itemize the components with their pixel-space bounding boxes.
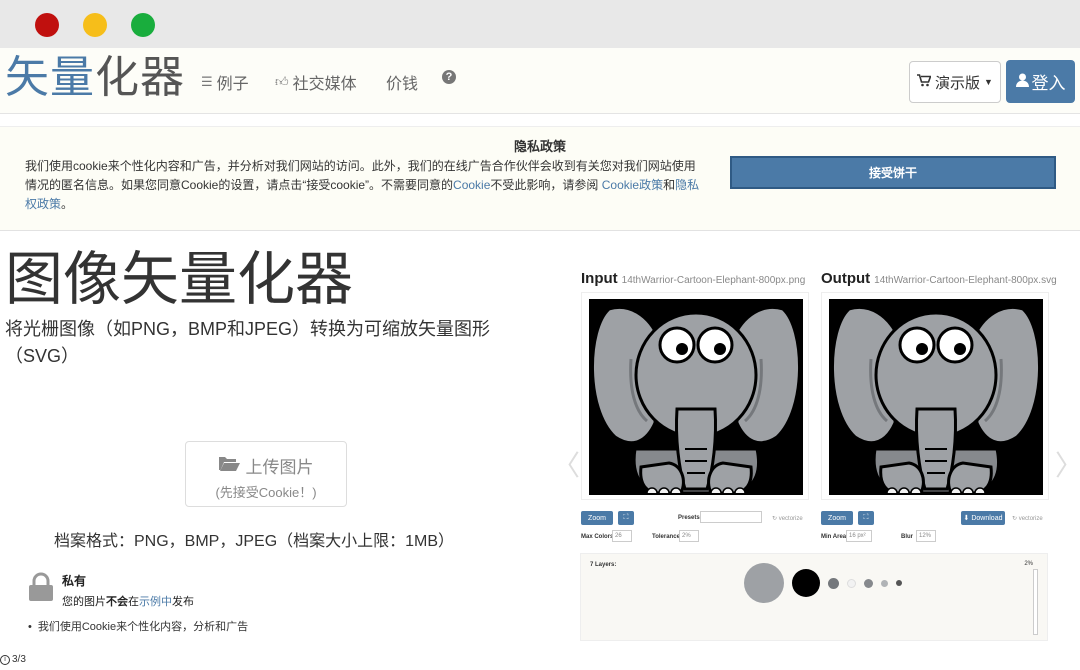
presets-select[interactable] xyxy=(700,511,762,523)
tolerance-label: Tolerance xyxy=(652,534,680,540)
examples-link[interactable]: 示例中 xyxy=(139,596,172,608)
maximize-window-icon[interactable] xyxy=(131,13,155,37)
nav-help[interactable]: ? xyxy=(442,70,456,84)
help-icon: ? xyxy=(442,70,456,84)
cart-icon xyxy=(917,73,932,91)
layer-swatch[interactable] xyxy=(864,578,873,588)
folder-open-icon xyxy=(218,455,240,476)
info-icon: i xyxy=(0,654,10,665)
file-formats: 档案格式：PNG，BMP，JPEG（档案大小上限：1MB） xyxy=(54,533,455,550)
presets-label: Presets xyxy=(678,515,700,521)
list-icon: ☰ xyxy=(201,74,213,89)
window-chrome xyxy=(0,0,1080,48)
output-panel-label: Output 14thWarrior-Cartoon-Elephant-800px… xyxy=(821,270,1057,287)
layer-swatch[interactable] xyxy=(828,577,839,589)
private-desc: 您的图片不会在示例中发布 xyxy=(62,596,194,608)
layer-swatch[interactable] xyxy=(881,579,888,587)
layers-panel: 7 Layers: 2% xyxy=(580,553,1048,641)
thumbs-up-icon: 👍︎ xyxy=(275,74,289,89)
brand-logo[interactable]: 矢量化器 xyxy=(5,50,185,106)
elephant-input-image xyxy=(589,299,803,495)
tolerance-input[interactable]: 2% xyxy=(679,530,699,542)
layer-swatch[interactable] xyxy=(792,569,820,597)
nav-pricing-label: 价钱 xyxy=(386,76,419,93)
layer-swatch[interactable] xyxy=(847,578,856,588)
accept-cookies-button[interactable]: 接受饼干 xyxy=(730,156,1056,189)
download-icon: ⬇ xyxy=(963,515,970,522)
output-vectorize-button[interactable]: ↻ vectorize xyxy=(1012,515,1043,522)
privacy-title: 隐私政策 xyxy=(513,139,566,154)
output-filename: 14thWarrior-Cartoon-Elephant-800px.svg xyxy=(874,275,1057,286)
min-area-input[interactable]: 16 px² xyxy=(846,530,872,542)
expand-icon: ⛶ xyxy=(863,514,869,521)
private-title: 私有 xyxy=(62,574,87,588)
upload-image-button[interactable]: 上传图片 (先接受Cookie！) xyxy=(185,441,347,507)
max-colors-label: Max Colors xyxy=(581,534,614,540)
close-window-icon[interactable] xyxy=(35,13,59,37)
privacy-banner: 隐私政策 我们使用cookie来个性化内容和广告，并分析对我们网站的访问。此外，… xyxy=(0,126,1080,231)
privacy-text: 我们使用cookie来个性化内容和广告，并分析对我们网站的访问。此外，我们的在线… xyxy=(25,159,700,211)
demo-label: 演示版 xyxy=(935,74,981,92)
output-fullscreen-button[interactable]: ⛶ xyxy=(858,511,874,525)
blur-input[interactable]: 12% xyxy=(916,530,936,542)
input-fullscreen-button[interactable]: ⛶ xyxy=(618,511,634,525)
layers-scrollbar[interactable] xyxy=(1033,569,1038,635)
user-icon xyxy=(1015,72,1029,92)
page-title: 图像矢量化器 xyxy=(5,245,354,313)
navbar: 矢量化器 ☰ 例子 👍︎ 社交媒体 价钱 ? 演示版 ▼ 登入 xyxy=(0,48,1080,114)
pager-text: 3/3 xyxy=(12,654,26,665)
upload-note: (先接受Cookie！) xyxy=(215,485,317,500)
carousel-next-arrow[interactable]: 〉 xyxy=(1055,444,1080,484)
nav-examples-label: 例子 xyxy=(216,76,249,93)
login-button[interactable]: 登入 xyxy=(1006,60,1075,103)
demo-dropdown-button[interactable]: 演示版 ▼ xyxy=(909,61,1001,103)
carousel-prev-arrow[interactable]: 〈 xyxy=(552,444,580,484)
expand-icon: ⛶ xyxy=(623,514,629,521)
blur-label: Blur xyxy=(901,534,913,540)
output-zoom-button[interactable]: Zoom xyxy=(821,511,853,525)
download-button[interactable]: ⬇ Download xyxy=(961,511,1005,525)
layer-swatch[interactable] xyxy=(744,563,784,603)
min-area-label: Min Area xyxy=(821,534,847,540)
nav-pricing[interactable]: 价钱 xyxy=(386,70,418,94)
page-subtitle: 将光栅图像（如PNG，BMP和JPEG）转换为可缩放矢量图形（SVG） xyxy=(5,319,491,366)
layer-swatch[interactable] xyxy=(896,580,902,586)
minimize-window-icon[interactable] xyxy=(83,13,107,37)
caret-down-icon: ▼ xyxy=(984,77,993,87)
upload-label: 上传图片 xyxy=(245,458,314,477)
lock-icon xyxy=(28,572,54,602)
nav-social-label: 社交媒体 xyxy=(292,76,357,93)
max-colors-input[interactable]: 26 xyxy=(612,530,632,542)
cookie-bullet: 我们使用Cookie来个性化内容，分析和广告 xyxy=(28,618,248,634)
nav-examples[interactable]: ☰ 例子 xyxy=(201,70,249,94)
input-zoom-button[interactable]: Zoom xyxy=(581,511,613,525)
layers-percent: 2% xyxy=(1024,561,1033,567)
nav-social[interactable]: 👍︎ 社交媒体 xyxy=(275,70,357,94)
output-image xyxy=(821,292,1049,500)
carousel-pager: i 3/3 xyxy=(0,654,26,665)
input-filename: 14thWarrior-Cartoon-Elephant-800px.png xyxy=(621,275,806,286)
login-label: 登入 xyxy=(1031,74,1066,93)
input-vectorize-button[interactable]: ↻ vectorize xyxy=(772,515,803,522)
input-image xyxy=(581,292,809,500)
input-panel-label: Input 14thWarrior-Cartoon-Elephant-800px.… xyxy=(581,270,806,287)
cookie-policy-link[interactable]: Cookie政策 xyxy=(602,178,663,192)
cookie-link[interactable]: Cookie xyxy=(453,178,490,192)
elephant-output-image xyxy=(829,299,1043,495)
layers-label: 7 Layers: xyxy=(590,562,617,568)
